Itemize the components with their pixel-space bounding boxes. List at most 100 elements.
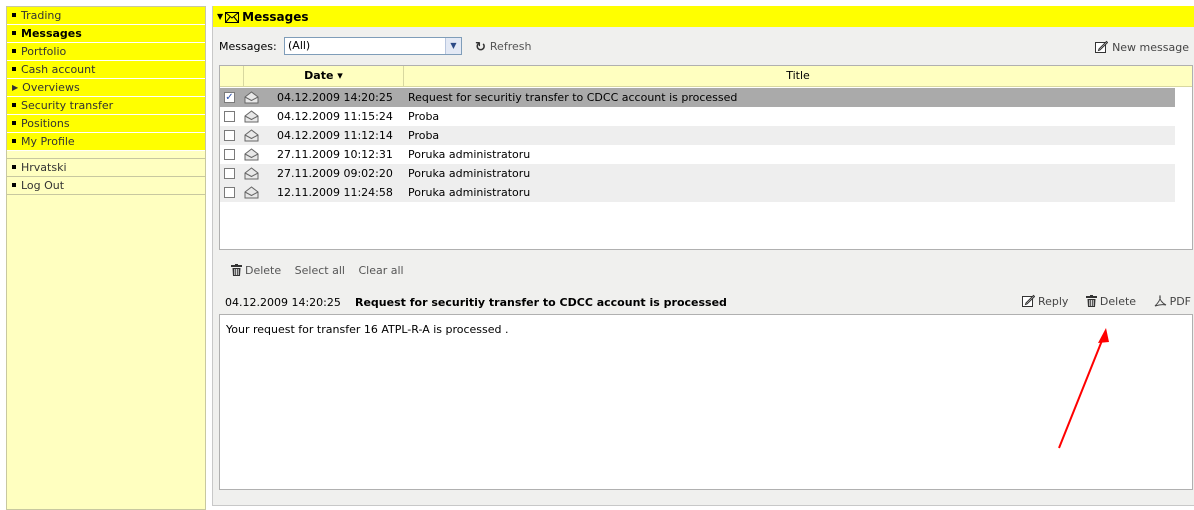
select-all-link[interactable]: Select all [295, 264, 345, 277]
row-title: Poruka administratoru [408, 148, 531, 161]
reply-button[interactable]: Reply [1021, 294, 1069, 308]
sidebar: Trading Messages Portfolio Cash account … [6, 6, 206, 510]
new-message-label: New message [1112, 41, 1189, 54]
new-message-button[interactable]: New message [1095, 40, 1189, 54]
filter-value: (All) [288, 39, 311, 52]
sidebar-item-overviews[interactable]: ▶ Overviews [7, 79, 205, 97]
reply-label: Reply [1037, 295, 1069, 308]
messages-toolbar: Messages: (All) ▼ ↻ Refresh New message [213, 36, 1194, 58]
preview-actions: Reply Delete PDF [1008, 294, 1191, 308]
read-envelope-icon [244, 186, 259, 199]
sidebar-item-language[interactable]: Hrvatski [7, 159, 205, 177]
bullet-icon [12, 49, 16, 53]
read-envelope-icon [244, 129, 259, 142]
sidebar-item-label: Hrvatski [21, 161, 67, 174]
refresh-label: Refresh [489, 40, 532, 53]
message-filter-select[interactable]: (All) ▼ [284, 37, 462, 55]
pdf-icon [1154, 294, 1166, 307]
bullet-icon [12, 183, 16, 187]
title-header-label: Title [786, 69, 810, 82]
sort-desc-icon: ▾ [337, 69, 343, 82]
sidebar-item-logout[interactable]: Log Out [7, 177, 205, 195]
row-date: 04.12.2009 11:12:14 [277, 129, 393, 142]
date-header-label: Date [304, 69, 334, 82]
filter-label: Messages: [219, 40, 277, 53]
trash-icon [231, 264, 242, 276]
read-envelope-icon [244, 167, 259, 180]
chevron-down-icon[interactable]: ▼ [445, 38, 461, 54]
table-row[interactable]: ✓ 04.12.2009 14:20:25 Request for securi… [220, 88, 1175, 107]
row-title: Proba [408, 110, 440, 123]
panel-title: Messages [242, 10, 309, 24]
sidebar-item-label: Portfolio [21, 45, 67, 58]
sidebar-item-security-transfer[interactable]: Security transfer [7, 97, 205, 115]
row-checkbox[interactable] [224, 149, 235, 160]
sidebar-item-label: Positions [21, 117, 70, 130]
delete-label: Delete [1099, 295, 1137, 308]
row-checkbox[interactable] [224, 111, 235, 122]
sidebar-item-my-profile[interactable]: My Profile [7, 133, 205, 151]
collapse-triangle-icon[interactable]: ▼ [217, 12, 223, 21]
sidebar-item-label: Security transfer [21, 99, 114, 112]
pdf-button[interactable]: PDF [1154, 294, 1191, 308]
read-envelope-icon [244, 91, 259, 104]
compose-icon [1095, 40, 1109, 53]
row-title: Proba [408, 129, 440, 142]
trash-icon [1085, 295, 1097, 307]
message-preview-header: 04.12.2009 14:20:25 Request for securiti… [225, 294, 1191, 312]
row-title: Request for securitiy transfer to CDCC a… [408, 91, 738, 104]
sidebar-item-label: Overviews [22, 81, 80, 94]
sidebar-item-trading[interactable]: Trading [7, 7, 205, 25]
row-date: 27.11.2009 10:12:31 [277, 148, 393, 161]
sidebar-item-cash-account[interactable]: Cash account [7, 61, 205, 79]
clear-all-link[interactable]: Clear all [358, 264, 403, 277]
preview-title: Request for securitiy transfer to CDCC a… [355, 296, 727, 309]
panel-header[interactable]: ▼ Messages [213, 6, 1194, 27]
sidebar-item-label: My Profile [21, 135, 75, 148]
row-title: Poruka administratoru [408, 167, 531, 180]
bulk-delete-button[interactable]: Delete [231, 264, 281, 277]
sidebar-item-messages[interactable]: Messages [7, 25, 205, 43]
row-checkbox[interactable] [224, 187, 235, 198]
refresh-icon: ↻ [475, 40, 486, 55]
row-title: Poruka administratoru [408, 186, 531, 199]
read-envelope-icon [244, 110, 259, 123]
preview-delete-button[interactable]: Delete [1085, 295, 1137, 308]
row-checkbox[interactable] [224, 168, 235, 179]
select-column-header [220, 66, 244, 86]
messages-table: Date ▾ Title ✓ 04.12.2009 14:20:25 Reque… [219, 65, 1193, 250]
bullet-icon [12, 165, 16, 169]
table-row[interactable]: 27.11.2009 09:02:20 Poruka administrator… [220, 164, 1175, 183]
preview-date: 04.12.2009 14:20:25 [225, 296, 341, 309]
title-column-header[interactable]: Title [404, 66, 1192, 86]
compose-icon [1021, 294, 1036, 307]
table-row[interactable]: 12.11.2009 11:24:58 Poruka administrator… [220, 183, 1175, 202]
bulk-actions: Delete Select all Clear all [231, 264, 414, 277]
table-row[interactable]: 27.11.2009 10:12:31 Poruka administrator… [220, 145, 1175, 164]
table-row[interactable]: 04.12.2009 11:12:14 Proba [220, 126, 1175, 145]
bullet-icon [12, 103, 16, 107]
bullet-icon [12, 139, 16, 143]
pdf-label: PDF [1169, 295, 1191, 308]
sidebar-item-label: Messages [21, 27, 82, 40]
bullet-icon [12, 31, 16, 35]
sidebar-item-positions[interactable]: Positions [7, 115, 205, 133]
message-body: Your request for transfer 16 ATPL-R-A is… [219, 314, 1193, 490]
row-checkbox[interactable] [224, 130, 235, 141]
message-body-text: Your request for transfer 16 ATPL-R-A is… [226, 323, 509, 336]
sidebar-item-portfolio[interactable]: Portfolio [7, 43, 205, 61]
refresh-button[interactable]: ↻ Refresh [475, 40, 531, 55]
bullet-icon [12, 121, 16, 125]
messages-panel: ▼ Messages Messages: (All) ▼ ↻ Refresh New… [212, 6, 1194, 506]
sidebar-item-label: Trading [21, 9, 62, 22]
row-checkbox[interactable]: ✓ [224, 92, 235, 103]
sidebar-divider [7, 151, 205, 159]
read-envelope-icon [244, 148, 259, 161]
bullet-icon [12, 67, 16, 71]
date-column-header[interactable]: Date ▾ [244, 66, 404, 86]
sidebar-item-label: Cash account [21, 63, 96, 76]
table-row[interactable]: 04.12.2009 11:15:24 Proba [220, 107, 1175, 126]
row-date: 27.11.2009 09:02:20 [277, 167, 393, 180]
row-date: 12.11.2009 11:24:58 [277, 186, 393, 199]
delete-label: Delete [245, 264, 282, 277]
